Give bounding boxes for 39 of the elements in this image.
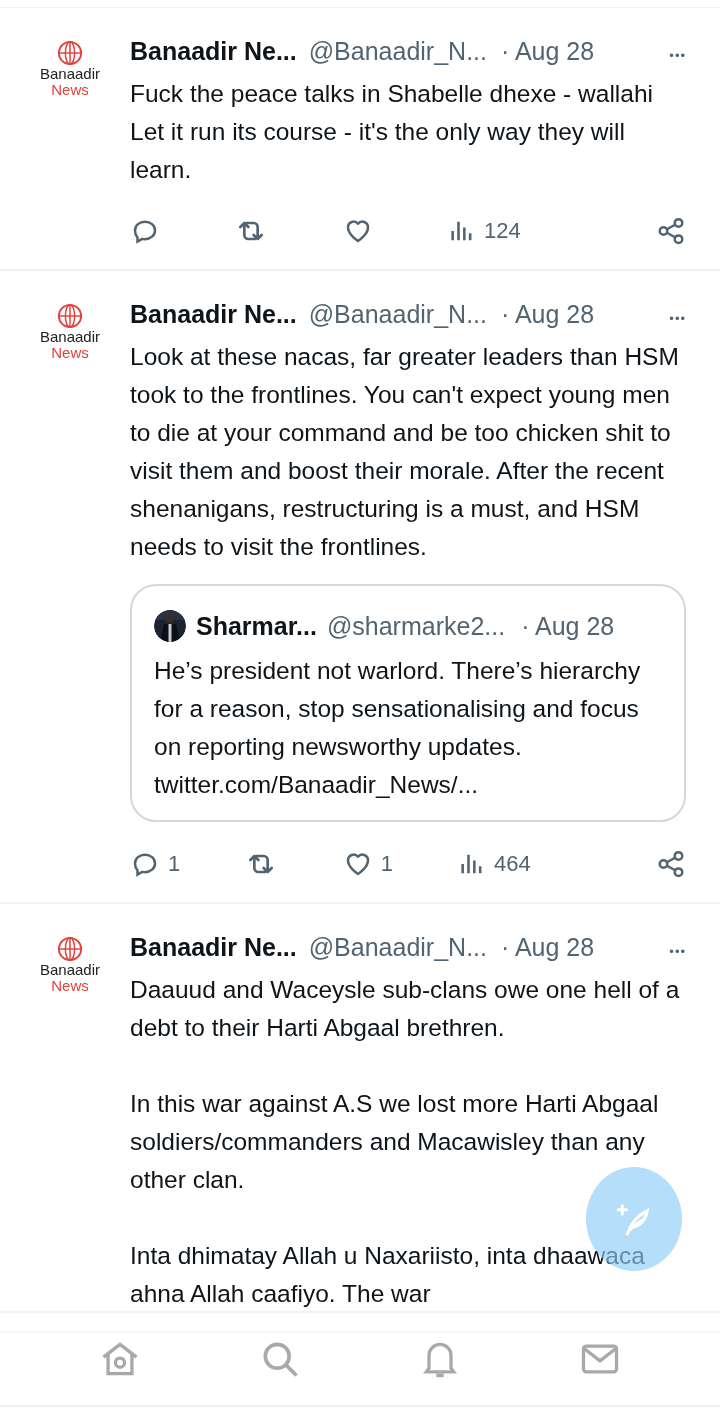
author-handle[interactable]: @Banaadir_N...: [308, 295, 487, 333]
post-date[interactable]: · Aug 28: [521, 611, 615, 641]
logo-text: Banaadir: [39, 962, 100, 978]
logo-text: News: [51, 978, 89, 994]
globe-icon: [57, 936, 83, 962]
more-button[interactable]: •••: [669, 300, 686, 338]
action-count: 464: [494, 851, 531, 877]
avatar-logo[interactable]: Banaadir News: [30, 32, 110, 98]
author-handle[interactable]: @Banaadir_N...: [308, 928, 487, 966]
quoted-post[interactable]: Sharmar... @sharmarke2... · Aug 28 He’s president not warlord. There’s hierarchy for a reason, stop sensationalising and focus on reporting newsworthy updates. twitter.com/Banaadir_News/...: [130, 584, 686, 822]
post-text: In this war against A.S we lost more Harti Abgaal soldiers/commanders and Macawisley than any other clan.: [130, 1089, 660, 1195]
quoted-text: He’s president not warlord. There’s hierarchy for a reason, stop sensationalising and focus on reporting newsworthy updates.: [154, 656, 642, 762]
post-text: Inta dhimatay Allah u Naxariisto, inta dhaawaca ahna Allah caafiyo. The war: [130, 1241, 646, 1309]
post-date[interactable]: · Aug 28: [501, 32, 595, 70]
author-name[interactable]: Sharmar...: [196, 611, 317, 641]
author-name[interactable]: Banaadir Ne...: [130, 32, 297, 70]
action-count: 1: [168, 851, 181, 877]
link[interactable]: twitter.com/Banaadir_News/...: [154, 766, 479, 804]
action-count: 124: [483, 218, 521, 244]
logo-text: News: [51, 82, 89, 98]
action-count: 1: [380, 851, 393, 877]
more-button[interactable]: •••: [669, 933, 686, 971]
avatar-logo[interactable]: Banaadir News: [30, 295, 110, 361]
avatar-logo[interactable]: Banaadir News: [30, 928, 110, 994]
globe-icon: [57, 303, 83, 329]
globe-icon: [57, 40, 83, 66]
author-name[interactable]: Banaadir Ne...: [130, 295, 297, 333]
logo-text: Banaadir: [39, 329, 100, 345]
post-text: Look at these nacas, far greater leaders than HSM took to the frontlines. You can't expect young men to die at your command and be too chicken shit to visit them and boost their morale. After the recent shenanigans, restructuring is a must, and HSM needs to visit the frontlines.: [130, 342, 680, 562]
post-date[interactable]: · Aug 28: [501, 928, 595, 966]
logo-text: News: [51, 345, 89, 361]
post-text: Daauud and Waceysle sub-clans owe one hell of a debt to their Harti Abgaal brethren.: [130, 975, 681, 1043]
author-handle[interactable]: @sharmarke2...: [326, 611, 506, 641]
more-button[interactable]: •••: [669, 37, 686, 75]
author-name[interactable]: Banaadir Ne...: [130, 928, 297, 966]
post-text: Fuck the peace talks in Shabelle dhexe - wallahi Let it run its course - it's the only way they will learn.: [130, 79, 654, 185]
post-date[interactable]: · Aug 28: [501, 295, 595, 333]
logo-text: Banaadir: [39, 66, 100, 82]
author-handle[interactable]: @Banaadir_N...: [308, 32, 487, 70]
